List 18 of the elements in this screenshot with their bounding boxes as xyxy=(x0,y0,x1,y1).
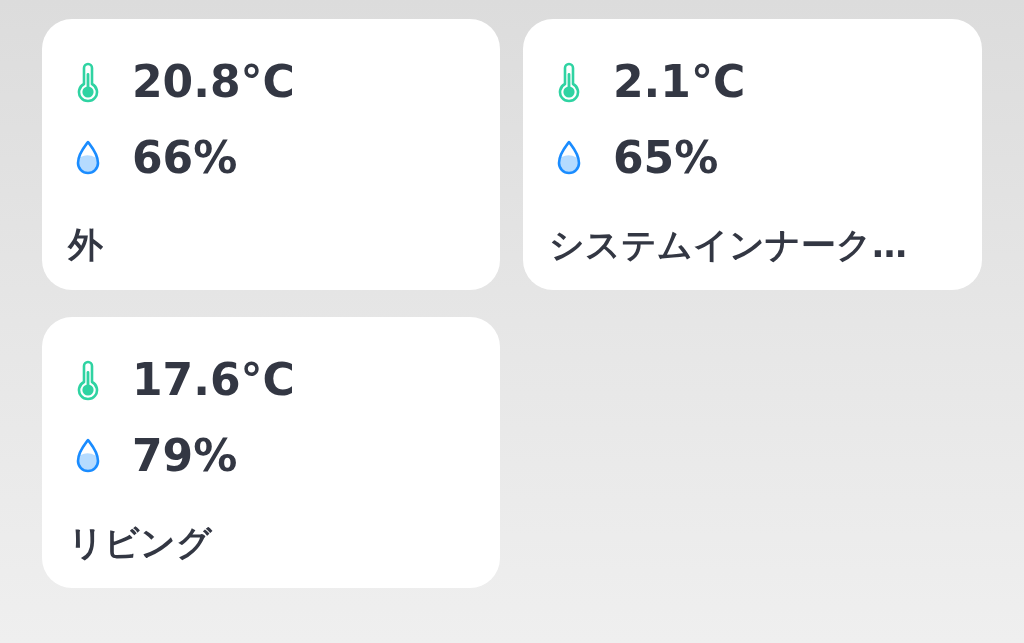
thermometer-icon xyxy=(558,61,580,103)
temperature-reading: 17.6°C xyxy=(132,354,295,406)
sensor-name: 外 xyxy=(68,224,103,267)
droplet-icon xyxy=(76,140,100,176)
sensor-card[interactable]: 2.1°C 65% システムインナーク… xyxy=(523,19,982,290)
sensor-card[interactable]: 17.6°C 79% リビング xyxy=(42,317,500,588)
sensor-name: システムインナーク… xyxy=(549,224,907,267)
humidity-reading: 79% xyxy=(132,430,238,482)
droplet-icon xyxy=(76,438,100,474)
sensor-name: リビング xyxy=(68,522,212,565)
droplet-icon xyxy=(557,140,581,176)
thermometer-icon xyxy=(77,61,99,103)
sensor-card[interactable]: 20.8°C 66% 外 xyxy=(42,19,500,290)
temperature-reading: 2.1°C xyxy=(613,56,746,108)
temperature-reading: 20.8°C xyxy=(132,56,295,108)
humidity-reading: 65% xyxy=(613,132,719,184)
thermometer-icon xyxy=(77,359,99,401)
humidity-reading: 66% xyxy=(132,132,238,184)
